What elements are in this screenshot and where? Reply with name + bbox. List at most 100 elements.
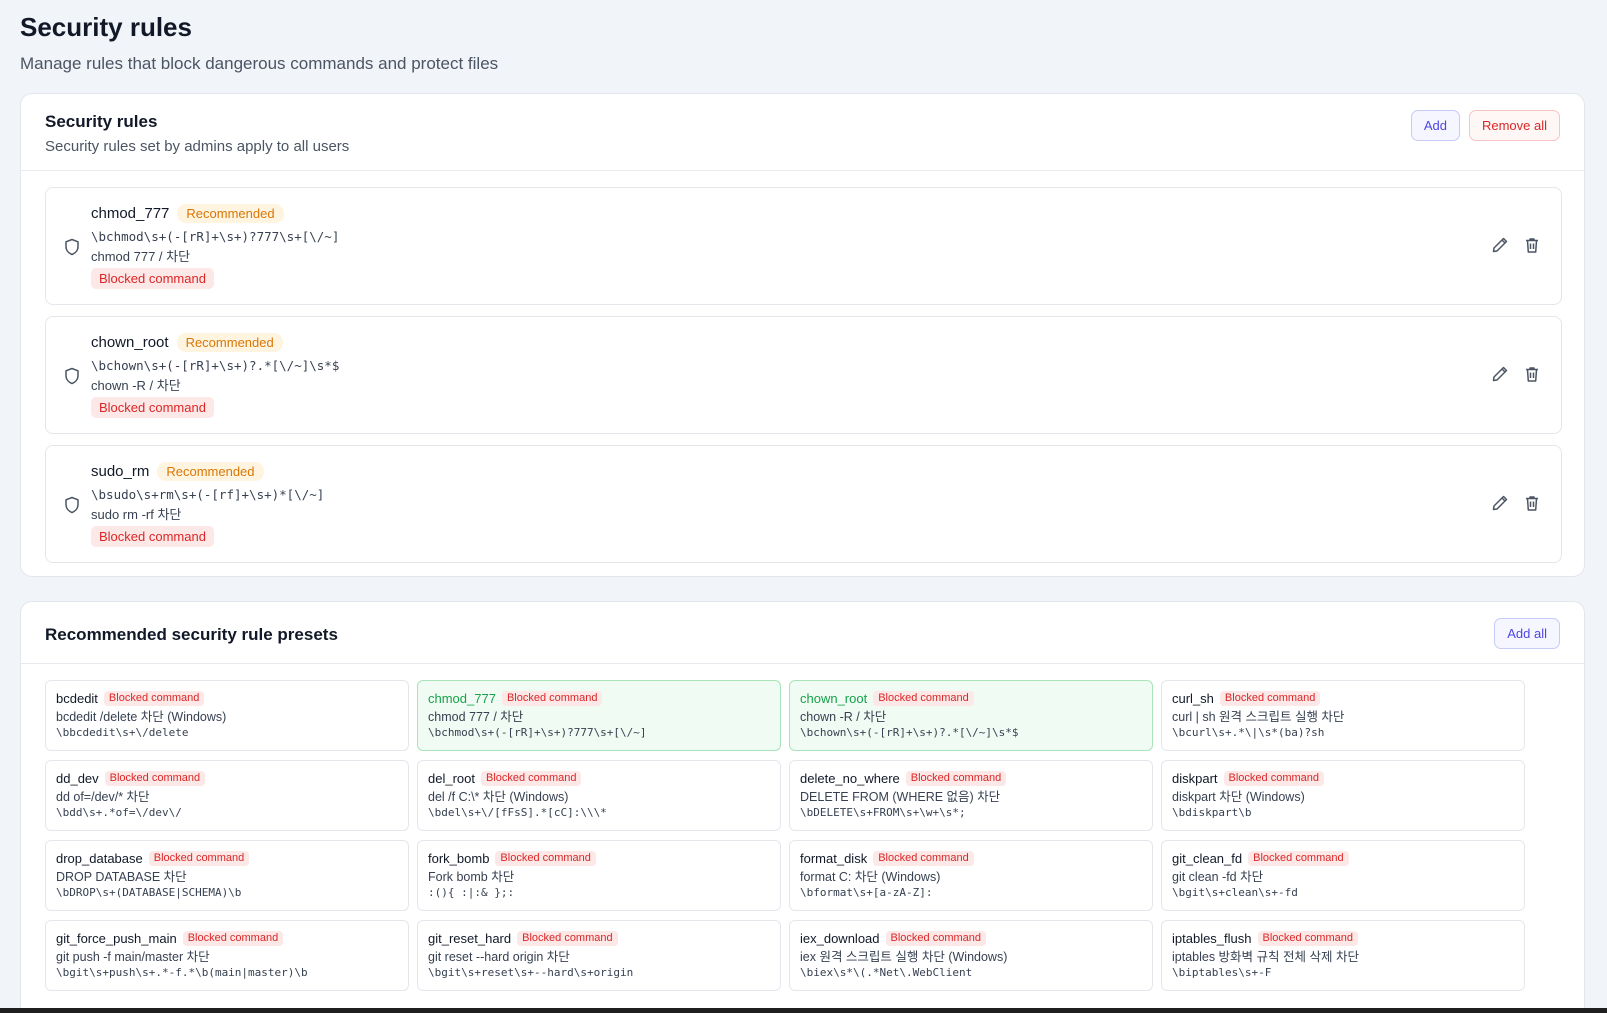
preset-fork-bomb[interactable]: fork_bomb Blocked command Fork bomb 차단 :(…	[417, 840, 781, 911]
recommended-badge: Recommended	[176, 333, 283, 352]
rule-pattern: \bchown\s+(-[rR]+\s+)?.*[\/~]\s*$	[91, 358, 340, 373]
preset-git-reset-hard[interactable]: git_reset_hard Blocked command git reset …	[417, 920, 781, 991]
shield-icon	[64, 367, 80, 385]
preset-pattern: \biex\s*\(.*Net\.WebClient	[800, 966, 973, 979]
rule-description: sudo rm -rf 차단	[91, 507, 182, 522]
preset-description: DROP DATABASE 차단	[56, 870, 187, 884]
preset-type-badge: Blocked command	[104, 771, 206, 786]
rule-name: chmod_777	[91, 205, 170, 222]
preset-description: Fork bomb 차단	[428, 870, 515, 884]
preset-iex-download[interactable]: iex_download Blocked command iex 원격 스크립트 …	[789, 920, 1153, 991]
presets-card: Recommended security rule presets Add al…	[20, 601, 1585, 1013]
preset-name: iex_download	[800, 931, 880, 946]
card-title: Recommended security rule presets	[45, 624, 338, 644]
preset-type-badge: Blocked command	[517, 931, 618, 946]
preset-iptables-flush[interactable]: iptables_flush Blocked command iptables 방…	[1161, 920, 1525, 991]
preset-description: chmod 777 / 차단	[428, 710, 524, 724]
remove-all-button[interactable]: Remove all	[1468, 110, 1560, 141]
preset-type-badge: Blocked command	[1257, 931, 1358, 946]
preset-type-badge: Blocked command	[103, 691, 205, 706]
preset-name: chown_root	[800, 691, 868, 706]
preset-dd-dev[interactable]: dd_dev Blocked command dd of=/dev/* 차단 \b…	[45, 760, 409, 831]
preset-name: git_clean_fd	[1172, 851, 1243, 866]
preset-pattern: :(){ :|:& };:	[428, 886, 515, 899]
preset-name: git_force_push_main	[56, 931, 177, 946]
preset-pattern: \bdel\s+\/[fFsS].*[cC]:\\\*	[428, 806, 607, 819]
delete-icon[interactable]	[1523, 365, 1541, 383]
preset-description: bcdedit /delete 차단 (Windows)	[56, 710, 227, 724]
card-title: Security rules	[45, 112, 158, 131]
recommended-badge: Recommended	[157, 462, 264, 481]
preset-name: iptables_flush	[1172, 931, 1252, 946]
preset-pattern: \bbcdedit\s+\/delete	[56, 726, 189, 739]
preset-pattern: \bDELETE\s+FROM\s+\w+\s*;	[800, 806, 966, 819]
preset-type-badge: Blocked command	[873, 851, 974, 866]
page-title: Security rules	[20, 12, 192, 42]
rule-type-badge: Blocked command	[91, 526, 214, 547]
rule-description: chown -R / 차단	[91, 378, 181, 393]
preset-description: dd of=/dev/* 차단	[56, 790, 150, 804]
preset-name: git_reset_hard	[428, 931, 512, 946]
preset-diskpart[interactable]: diskpart Blocked command diskpart 차단 (Win…	[1161, 760, 1525, 831]
preset-pattern: \bchown\s+(-[rR]+\s+)?.*[\/~]\s*$	[800, 726, 1019, 739]
preset-pattern: \bchmod\s+(-[rR]+\s+)?777\s+[\/~]	[428, 726, 647, 739]
security-rules-card: Security rules Security rules set by adm…	[20, 93, 1585, 577]
preset-name: format_disk	[800, 851, 868, 866]
preset-git-clean-fd[interactable]: git_clean_fd Blocked command git clean -f…	[1161, 840, 1525, 911]
preset-name: drop_database	[56, 851, 143, 866]
rule-item: chmod_777 Recommended \bchmod\s+(-[rR]+\…	[45, 187, 1562, 305]
rule-description: chmod 777 / 차단	[91, 249, 191, 264]
preset-pattern: \bcurl\s+.*\|\s*(ba)?sh	[1172, 726, 1325, 739]
preset-type-badge: Blocked command	[182, 931, 284, 946]
preset-pattern: \bformat\s+[a-zA-Z]:	[800, 886, 933, 899]
preset-name: diskpart	[1172, 771, 1218, 786]
page-subtitle: Manage rules that block dangerous comman…	[20, 54, 499, 73]
edit-icon[interactable]	[1491, 494, 1509, 512]
preset-bcdedit[interactable]: bcdedit Blocked command bcdedit /delete 차…	[45, 680, 409, 751]
preset-name: delete_no_where	[800, 771, 900, 786]
preset-pattern: \biptables\s+-F	[1172, 966, 1272, 979]
rule-type-badge: Blocked command	[91, 397, 214, 418]
edit-icon[interactable]	[1491, 365, 1509, 383]
preset-description: DELETE FROM (WHERE 없음) 차단	[800, 790, 1001, 804]
preset-description: iex 원격 스크립트 실행 차단 (Windows)	[800, 950, 1008, 964]
preset-chmod-777[interactable]: chmod_777 Blocked command chmod 777 / 차단 …	[417, 680, 781, 751]
card-description: Security rules set by admins apply to al…	[45, 138, 350, 155]
preset-name: curl_sh	[1172, 691, 1214, 706]
delete-icon[interactable]	[1523, 494, 1541, 512]
edit-icon[interactable]	[1491, 236, 1509, 254]
preset-delete-no-where[interactable]: delete_no_where Blocked command DELETE FR…	[789, 760, 1153, 831]
preset-drop-database[interactable]: drop_database Blocked command DROP DATABA…	[45, 840, 409, 911]
preset-description: curl | sh 원격 스크립트 실행 차단	[1172, 710, 1345, 724]
preset-pattern: \bDROP\s+(DATABASE|SCHEMA)\b	[56, 886, 242, 899]
preset-pattern: \bgit\s+reset\s+--hard\s+origin	[428, 966, 634, 979]
preset-type-badge: Blocked command	[1219, 691, 1321, 706]
window-bottom-edge	[0, 1008, 1607, 1013]
preset-type-badge: Blocked command	[873, 691, 974, 706]
preset-type-badge: Blocked command	[885, 931, 987, 946]
rule-name: sudo_rm	[91, 463, 150, 480]
preset-pattern: \bgit\s+push\s+.*-f.*\b(main|master)\b	[56, 966, 308, 979]
divider	[21, 663, 1584, 664]
preset-description: iptables 방화벽 규칙 전체 삭제 차단	[1172, 950, 1359, 964]
preset-format-disk[interactable]: format_disk Blocked command format C: 차단 …	[789, 840, 1153, 911]
preset-del-root[interactable]: del_root Blocked command del /f C:\* 차단 (…	[417, 760, 781, 831]
rule-pattern: \bchmod\s+(-[rR]+\s+)?777\s+[\/~]	[91, 229, 340, 244]
preset-git-force-push-main[interactable]: git_force_push_main Blocked command git p…	[45, 920, 409, 991]
add-all-button[interactable]: Add all	[1494, 618, 1560, 649]
preset-description: git clean -fd 차단	[1172, 870, 1264, 884]
preset-name: del_root	[428, 771, 475, 786]
add-rule-button[interactable]: Add	[1410, 110, 1460, 141]
preset-grid: bcdedit Blocked command bcdedit /delete 차…	[45, 680, 1525, 991]
preset-description: git reset --hard origin 차단	[428, 950, 570, 964]
rule-item: chown_root Recommended \bchown\s+(-[rR]+…	[45, 316, 1562, 434]
page: Security rules Manage rules that block d…	[0, 0, 1607, 74]
rule-type-badge: Blocked command	[91, 268, 214, 289]
preset-name: chmod_777	[428, 691, 496, 706]
preset-pattern: \bgit\s+clean\s+-fd	[1172, 886, 1298, 899]
delete-icon[interactable]	[1523, 236, 1541, 254]
preset-chown-root[interactable]: chown_root Blocked command chown -R / 차단 …	[789, 680, 1153, 751]
preset-curl-sh[interactable]: curl_sh Blocked command curl | sh 원격 스크립트…	[1161, 680, 1525, 751]
preset-name: bcdedit	[56, 691, 98, 706]
shield-icon	[64, 238, 80, 256]
